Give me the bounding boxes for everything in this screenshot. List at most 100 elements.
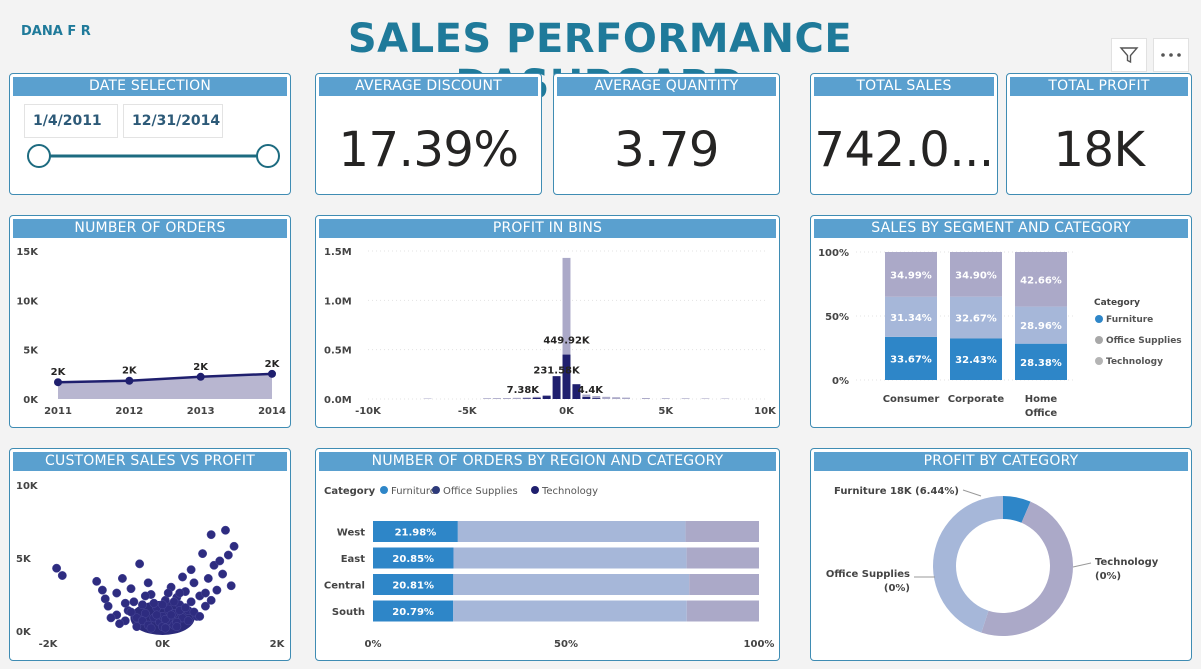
x-tick-label: Home <box>1025 394 1058 405</box>
x-tick-label: 0K <box>559 406 575 417</box>
y-tick-label: 5K <box>23 346 39 357</box>
donut-label-furniture: Furniture 18K (6.44%) <box>834 486 959 497</box>
x-tick-label: 2013 <box>187 406 215 417</box>
slider-end-handle[interactable] <box>256 144 280 168</box>
scatter-point <box>206 595 216 605</box>
bin-bar <box>641 398 650 399</box>
x-tick-label: Corporate <box>948 394 1005 405</box>
scatter-point <box>97 585 107 595</box>
scatter-point <box>200 588 210 598</box>
bin-bar <box>622 397 631 399</box>
bins-chart: 0.0M 0.5M 1.0M 1.5M -10K -5K 0K 5K 10K 231.58K 449… <box>324 247 777 417</box>
region-data-label: 20.81% <box>392 581 434 592</box>
leader-line <box>962 489 982 497</box>
scatter-point <box>138 600 147 610</box>
y-tick-label: 0K <box>23 395 39 406</box>
scatter-point <box>143 578 153 588</box>
legend-marker <box>1095 357 1103 365</box>
more-options-button[interactable] <box>1153 38 1189 72</box>
scatter-point <box>226 581 236 591</box>
y-tick-label: 0.0M <box>324 395 352 406</box>
segment-data-label: 32.43% <box>955 355 997 366</box>
total-sales-title: TOTAL SALES <box>814 77 994 96</box>
scatter-point <box>149 598 159 608</box>
x-tick-label: 5K <box>658 406 674 417</box>
legend-label: Office Supplies <box>1106 336 1182 346</box>
bin-bar <box>701 398 710 399</box>
scatter-point <box>166 610 176 620</box>
region-bar <box>686 600 759 622</box>
segment-data-label: 28.38% <box>1020 358 1062 369</box>
legend-label: Technology <box>541 486 598 497</box>
y-tick-label: East <box>341 554 366 565</box>
orders-data-label: 2K <box>122 366 138 377</box>
scatter-point <box>221 525 230 535</box>
scatter-point <box>132 622 142 632</box>
bin-data-label: 7.38K <box>507 385 541 396</box>
region-data-label: 21.98% <box>395 528 437 539</box>
scatter-point <box>92 576 102 586</box>
date-slider[interactable] <box>10 74 291 195</box>
x-tick-label: 2K <box>270 639 286 650</box>
legend-marker <box>432 486 440 494</box>
y-tick-label: South <box>332 607 365 618</box>
x-tick-label: -5K <box>458 406 478 417</box>
scatter-point <box>152 610 162 620</box>
legend-label: Furniture <box>391 486 436 497</box>
y-tick-label: 10K <box>16 481 39 492</box>
orders-data-label: 2K <box>51 367 67 378</box>
segment-data-label: 34.99% <box>890 270 932 281</box>
y-tick-label: 0.5M <box>324 346 352 357</box>
filter-button[interactable] <box>1111 38 1147 72</box>
slider-start-handle[interactable] <box>27 144 51 168</box>
legend-label: Furniture <box>1106 315 1153 325</box>
bin-bar <box>681 398 690 399</box>
scatter-point <box>212 585 222 595</box>
orders-point <box>125 376 134 385</box>
date-selection-card: DATE SELECTION 1/4/2011 12/31/2014 <box>9 73 291 195</box>
region-bar <box>453 600 687 622</box>
bin-bar <box>512 397 521 399</box>
total-sales-card: TOTAL SALES 742.0... <box>810 73 998 195</box>
y-tick-label: 0% <box>832 376 849 387</box>
segment-data-label: 33.67% <box>890 354 932 365</box>
region-data-label: 20.79% <box>392 607 434 618</box>
bin-bar <box>493 398 501 399</box>
segment-data-label: 28.96% <box>1020 321 1062 332</box>
y-tick-label: 0K <box>16 627 32 638</box>
donut-label-office-pct: (0%) <box>884 583 910 594</box>
legend-title: Category <box>1094 298 1140 308</box>
donut-chart: Furniture 18K (6.44%) Office Supplies (0%)… <box>826 486 1159 636</box>
scatter-point <box>126 607 136 617</box>
y-tick-label: 5K <box>16 554 32 565</box>
orders-point <box>268 369 276 378</box>
scatter-point <box>186 565 196 575</box>
avg-quantity-title: AVERAGE QUANTITY <box>557 77 776 96</box>
orders-data-label: 2K <box>193 362 209 373</box>
region-bar <box>453 574 690 595</box>
total-sales-value: 742.0... <box>814 122 994 178</box>
region-data-label: 20.85% <box>392 554 434 565</box>
scatter-point <box>218 569 228 579</box>
scatter-chart: 0K 5K 10K -2K 0K 2K <box>16 481 286 650</box>
bin-bar <box>661 398 670 399</box>
y-tick-label: 50% <box>825 312 849 323</box>
scatter-point <box>195 611 205 621</box>
orders-point <box>54 378 62 387</box>
more-icon <box>1161 53 1181 57</box>
leader-line <box>1072 562 1092 568</box>
region-chart: Category Furniture Office Supplies Technolo… <box>324 486 774 650</box>
x-tick-label: 2014 <box>258 406 286 417</box>
orders-card: NUMBER OF ORDERS 0K 5K 10K 15K 2K 2011 2K 2012 2… <box>9 215 291 428</box>
scatter-point <box>129 597 139 607</box>
scatter-point <box>183 616 193 626</box>
bin-bar <box>502 398 511 399</box>
bin-bar <box>612 397 621 399</box>
legend-marker <box>1095 336 1103 344</box>
x-tick-label: Consumer <box>883 394 940 405</box>
scatter-point <box>169 597 179 607</box>
y-tick-label: 1.0M <box>324 296 352 307</box>
bin-data-label: 231.58K <box>533 365 581 376</box>
scatter-point <box>112 588 122 598</box>
scatter-point <box>115 619 125 629</box>
